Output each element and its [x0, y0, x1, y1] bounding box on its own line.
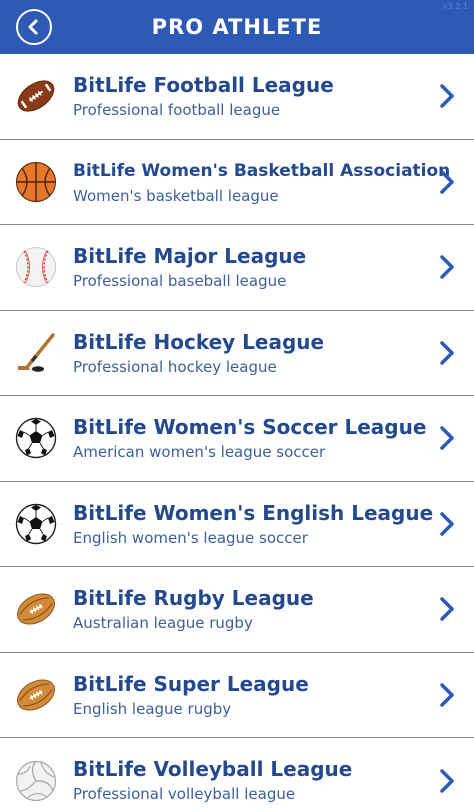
chevron-right-icon — [440, 170, 454, 194]
league-title: BitLife Women's English League — [73, 500, 434, 525]
list-item-womens-soccer-league[interactable]: BitLife Women's Soccer League American w… — [0, 396, 474, 482]
league-subtitle: Women's basketball league — [73, 186, 279, 205]
league-title: BitLife Super League — [73, 671, 309, 696]
american-football-icon — [15, 75, 57, 117]
league-subtitle: Professional baseball league — [73, 272, 287, 290]
chevron-right-icon — [440, 769, 454, 793]
hockey-stick-icon — [15, 332, 57, 374]
league-subtitle: Professional hockey league — [73, 357, 277, 376]
app-header: PRO ATHLETE v3.2.1 — [0, 0, 474, 54]
rugby-ball-icon — [15, 674, 57, 716]
list-item-basketball-association[interactable]: BitLife Women's Basketball Association W… — [0, 139, 474, 225]
back-button[interactable] — [16, 9, 52, 45]
baseball-icon — [15, 246, 57, 288]
list-item-super-league[interactable]: BitLife Super League English league rugb… — [0, 652, 474, 738]
league-subtitle: English league rugby — [73, 699, 232, 718]
league-title: BitLife Volleyball League — [73, 757, 353, 781]
chevron-right-icon — [440, 84, 454, 108]
soccer-ball-icon — [15, 417, 57, 459]
league-subtitle: American women's league soccer — [73, 443, 326, 461]
list-item-volleyball-league[interactable]: BitLife Volleyball League Professional v… — [0, 738, 474, 812]
chevron-right-icon — [440, 512, 454, 536]
rugby-ball-icon — [15, 588, 57, 630]
league-title: BitLife Women's Basketball Association — [73, 160, 451, 181]
volleyball-icon — [15, 760, 57, 802]
page-title: PRO ATHLETE — [151, 15, 323, 39]
version-label: v3.2.1 — [442, 2, 468, 11]
list-item-major-league[interactable]: BitLife Major League Professional baseba… — [0, 225, 474, 311]
league-title: BitLife Major League — [73, 244, 307, 268]
list-item-rugby-league[interactable]: BitLife Rugby League Australian league r… — [0, 567, 474, 653]
back-arrow-icon — [28, 19, 38, 35]
league-subtitle: Professional football league — [73, 101, 281, 119]
chevron-right-icon — [440, 255, 454, 279]
soccer-ball-icon — [15, 503, 57, 545]
league-title: BitLife Football League — [73, 73, 334, 97]
league-subtitle: English women's league soccer — [73, 528, 308, 547]
chevron-right-icon — [440, 426, 454, 450]
league-title: BitLife Women's Soccer League — [73, 415, 427, 439]
chevron-right-icon — [440, 597, 454, 621]
league-title: BitLife Hockey League — [73, 329, 325, 354]
league-list: BitLife Football League Professional foo… — [0, 54, 474, 812]
league-subtitle: Professional volleyball league — [73, 785, 296, 803]
chevron-right-icon — [440, 683, 454, 707]
list-item-womens-english-league[interactable]: BitLife Women's English League English w… — [0, 481, 474, 567]
league-subtitle: Australian league rugby — [73, 614, 253, 632]
list-item-football-league[interactable]: BitLife Football League Professional foo… — [0, 54, 474, 140]
basketball-icon — [15, 161, 57, 203]
chevron-right-icon — [440, 341, 454, 365]
league-title: BitLife Rugby League — [73, 586, 314, 610]
list-item-hockey-league[interactable]: BitLife Hockey League Professional hocke… — [0, 310, 474, 396]
